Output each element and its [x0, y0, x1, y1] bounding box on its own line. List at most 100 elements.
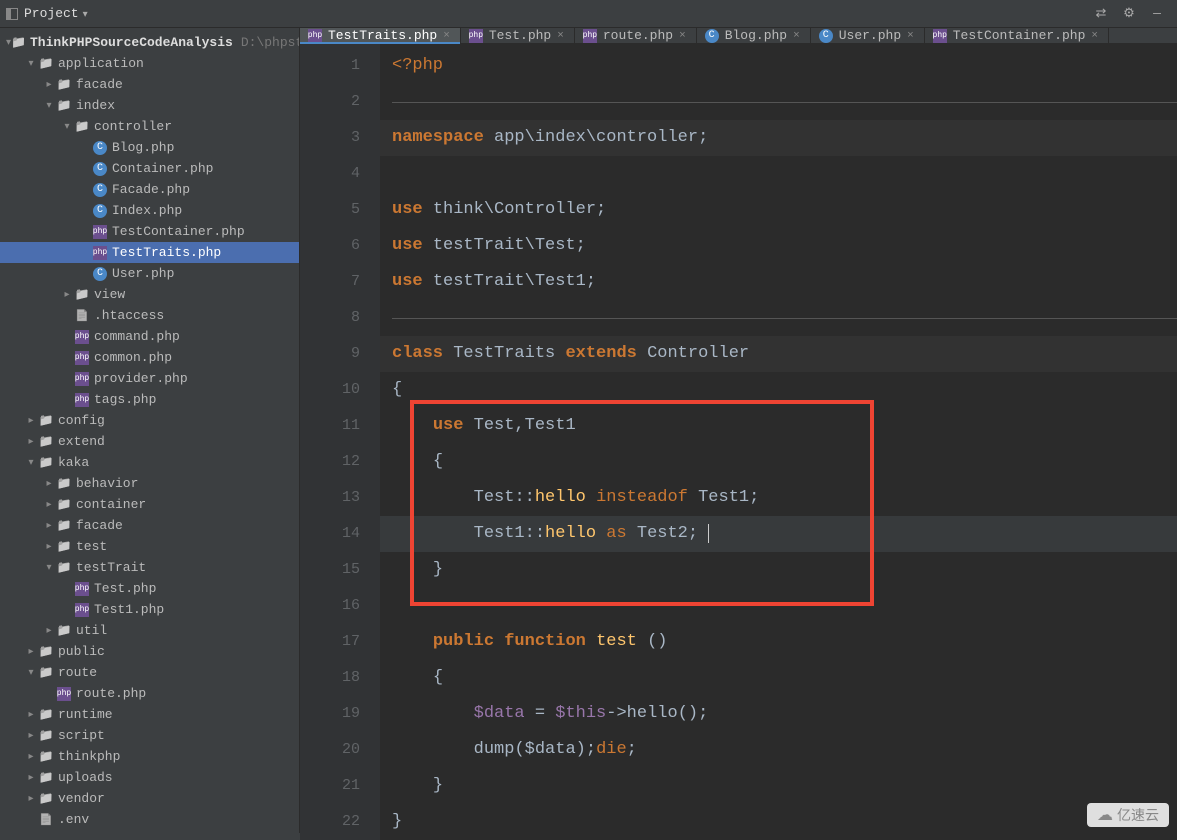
- chevron-right-icon[interactable]: [24, 730, 38, 742]
- tree-item[interactable]: phptags.php: [0, 389, 299, 410]
- chevron-right-icon[interactable]: [42, 79, 56, 91]
- tree-item[interactable]: CIndex.php: [0, 200, 299, 221]
- tree-item[interactable]: CFacade.php: [0, 179, 299, 200]
- tree-item[interactable]: public: [0, 641, 299, 662]
- tree-item[interactable]: container: [0, 494, 299, 515]
- tree-item[interactable]: controller: [0, 116, 299, 137]
- settings-icon[interactable]: ⚙: [1121, 6, 1137, 22]
- tab-close-icon[interactable]: ×: [557, 30, 564, 42]
- tab-close-icon[interactable]: ×: [1091, 30, 1098, 42]
- tab-TestContainer-php[interactable]: phpTestContainer.php×: [925, 28, 1109, 43]
- chevron-right-icon[interactable]: [24, 751, 38, 763]
- tab-route-php[interactable]: phproute.php×: [575, 28, 697, 43]
- line-number: 7: [300, 264, 360, 300]
- tab-close-icon[interactable]: ×: [907, 30, 914, 42]
- tree-item[interactable]: testTrait: [0, 557, 299, 578]
- line-number: 13: [300, 480, 360, 516]
- tab-Blog-php[interactable]: CBlog.php×: [697, 28, 811, 43]
- chevron-down-icon[interactable]: [24, 457, 38, 469]
- tree-item[interactable]: index: [0, 95, 299, 116]
- tab-User-php[interactable]: CUser.php×: [811, 28, 925, 43]
- tree-item[interactable]: kaka: [0, 452, 299, 473]
- tree-item[interactable]: extend: [0, 431, 299, 452]
- line-number-gutter: 12345678910111213141516171819202122: [300, 44, 380, 840]
- chevron-down-icon[interactable]: [60, 121, 74, 133]
- chevron-right-icon[interactable]: [24, 436, 38, 448]
- tree-item[interactable]: phpTest.php: [0, 578, 299, 599]
- tree-item[interactable]: route: [0, 662, 299, 683]
- tree-item-label: thinkphp: [58, 749, 120, 764]
- line-number: 12: [300, 444, 360, 480]
- tab-label: User.php: [839, 28, 901, 43]
- tree-item[interactable]: CUser.php: [0, 263, 299, 284]
- tree-item[interactable]: test: [0, 536, 299, 557]
- folder-icon: [56, 518, 72, 534]
- chevron-right-icon[interactable]: [42, 520, 56, 532]
- folder-icon: [56, 623, 72, 639]
- tree-item-label: controller: [94, 119, 172, 134]
- tree-item[interactable]: phpprovider.php: [0, 368, 299, 389]
- class-icon: C: [705, 29, 719, 43]
- tree-item[interactable]: phpTestTraits.php: [0, 242, 299, 263]
- project-dropdown[interactable]: Project: [24, 6, 88, 21]
- tree-item[interactable]: phproute.php: [0, 683, 299, 704]
- tree-item[interactable]: CBlog.php: [0, 137, 299, 158]
- chevron-right-icon[interactable]: [24, 646, 38, 658]
- code-editor[interactable]: <?php namespace app\index\controller; us…: [380, 44, 1177, 840]
- chevron-right-icon[interactable]: [42, 478, 56, 490]
- folder-icon: [56, 539, 72, 555]
- tree-item[interactable]: .htaccess: [0, 305, 299, 326]
- chevron-right-icon[interactable]: [24, 709, 38, 721]
- tab-Test-php[interactable]: phpTest.php×: [461, 28, 575, 43]
- tree-item-label: public: [58, 644, 105, 659]
- sliders-icon[interactable]: ⇄: [1093, 6, 1109, 22]
- project-panel-icon: [6, 8, 18, 20]
- tree-item[interactable]: runtime: [0, 704, 299, 725]
- tree-item[interactable]: CContainer.php: [0, 158, 299, 179]
- chevron-right-icon[interactable]: [42, 625, 56, 637]
- tree-item[interactable]: util: [0, 620, 299, 641]
- chevron-down-icon[interactable]: [42, 562, 56, 574]
- tree-item[interactable]: vendor: [0, 788, 299, 809]
- tab-close-icon[interactable]: ×: [793, 30, 800, 42]
- chevron-right-icon[interactable]: [24, 415, 38, 427]
- chevron-right-icon[interactable]: [42, 541, 56, 553]
- tab-close-icon[interactable]: ×: [443, 30, 450, 42]
- chevron-down-icon[interactable]: [42, 100, 56, 112]
- tree-item-label: container: [76, 497, 146, 512]
- tree-item[interactable]: thinkphp: [0, 746, 299, 767]
- tree-item[interactable]: phpTestContainer.php: [0, 221, 299, 242]
- tree-item[interactable]: facade: [0, 515, 299, 536]
- tree-item[interactable]: config: [0, 410, 299, 431]
- project-tree[interactable]: ThinkPHPSourceCodeAnalysisD:\phpstudyapp…: [0, 28, 300, 833]
- line-number: 2: [300, 84, 360, 120]
- text-cursor: [698, 524, 709, 543]
- tree-item-label: Blog.php: [112, 140, 174, 155]
- tree-item[interactable]: facade: [0, 74, 299, 95]
- chevron-right-icon[interactable]: [60, 289, 74, 301]
- folder-icon: [56, 77, 72, 93]
- chevron-right-icon[interactable]: [42, 499, 56, 511]
- chevron-down-icon[interactable]: [24, 58, 38, 70]
- chevron-right-icon[interactable]: [24, 772, 38, 784]
- php-file-icon: php: [469, 29, 483, 43]
- tree-item[interactable]: view: [0, 284, 299, 305]
- tree-item[interactable]: phpTest1.php: [0, 599, 299, 620]
- tree-item[interactable]: script: [0, 725, 299, 746]
- tree-item[interactable]: ThinkPHPSourceCodeAnalysisD:\phpstudy: [0, 32, 299, 53]
- chevron-right-icon[interactable]: [24, 793, 38, 805]
- minimize-icon[interactable]: —: [1149, 6, 1165, 22]
- file-icon: [74, 308, 90, 324]
- tab-close-icon[interactable]: ×: [679, 30, 686, 42]
- tree-item-label: Container.php: [112, 161, 213, 176]
- tree-item-label: test: [76, 539, 107, 554]
- tree-item[interactable]: behavior: [0, 473, 299, 494]
- tree-item[interactable]: phpcommon.php: [0, 347, 299, 368]
- tab-TestTraits-php[interactable]: phpTestTraits.php×: [300, 28, 461, 43]
- chevron-down-icon[interactable]: [24, 667, 38, 679]
- tree-item[interactable]: application: [0, 53, 299, 74]
- tree-item[interactable]: .env: [0, 809, 299, 830]
- tree-item[interactable]: phpcommand.php: [0, 326, 299, 347]
- tree-item[interactable]: uploads: [0, 767, 299, 788]
- php-file-icon: php: [56, 686, 72, 702]
